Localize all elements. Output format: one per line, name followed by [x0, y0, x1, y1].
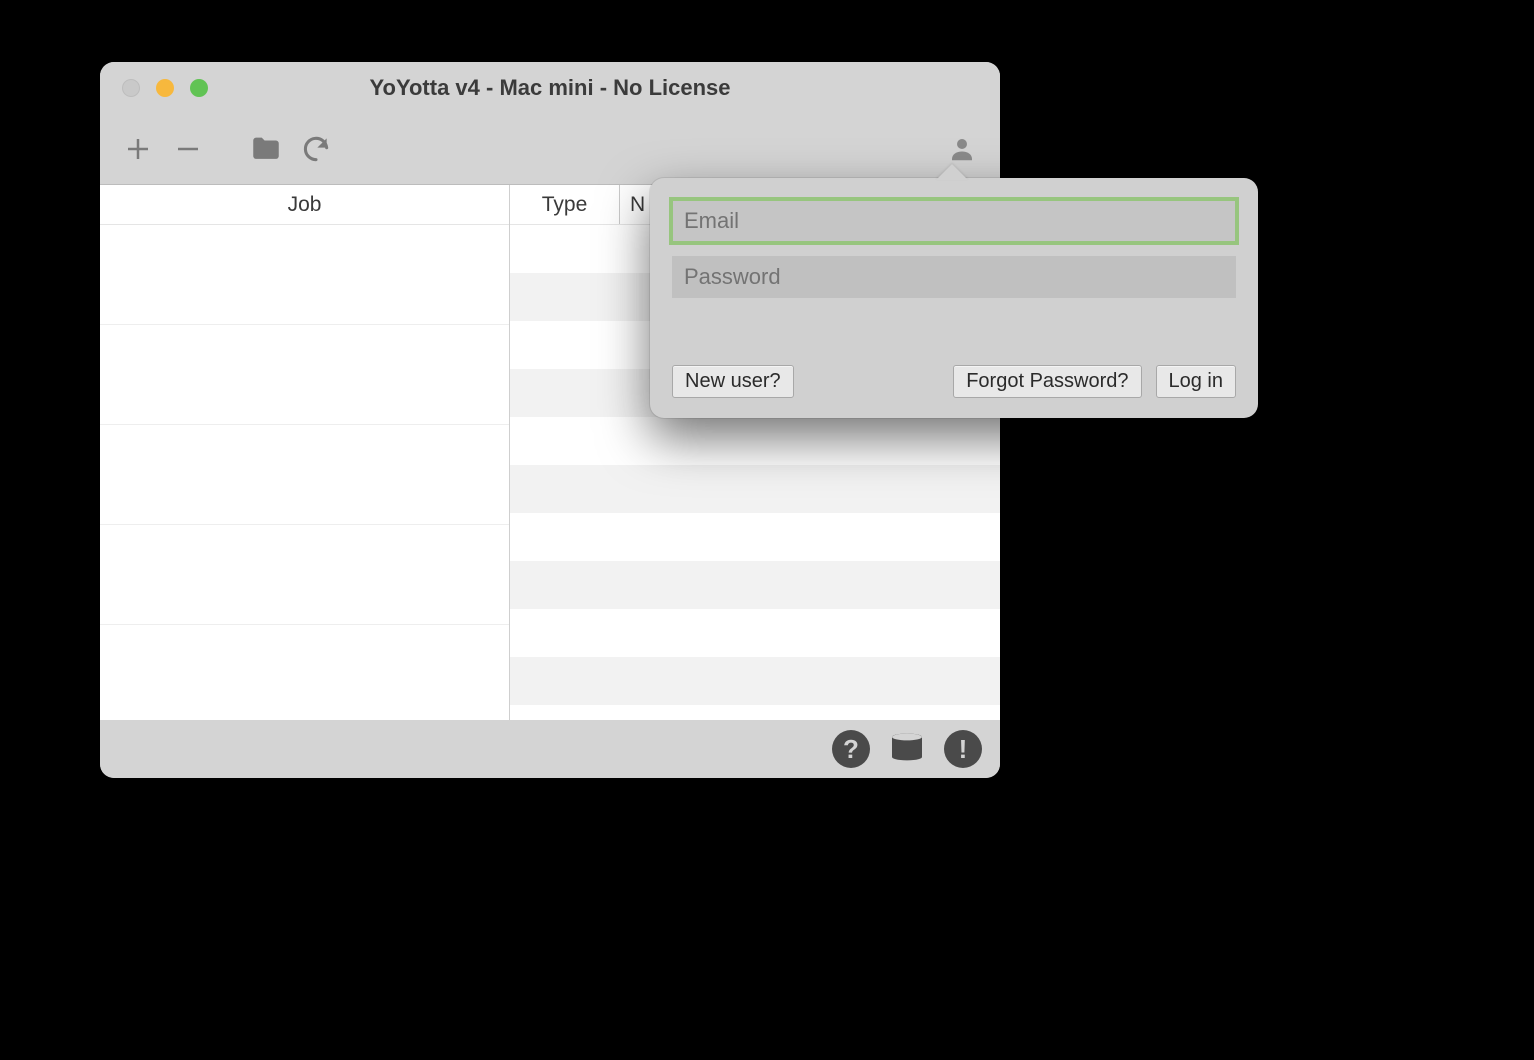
- refresh-button[interactable]: [296, 129, 336, 169]
- job-column-header[interactable]: Job: [100, 185, 509, 225]
- user-icon: [947, 134, 977, 164]
- job-row[interactable]: [100, 225, 509, 325]
- table-row[interactable]: [510, 513, 1000, 561]
- password-field[interactable]: [672, 256, 1236, 298]
- type-column-header[interactable]: Type: [510, 185, 620, 224]
- alert-button[interactable]: !: [944, 730, 982, 768]
- table-row[interactable]: [510, 465, 1000, 513]
- log-icon: [887, 727, 927, 772]
- alert-icon: !: [944, 730, 982, 768]
- plus-icon: [123, 134, 153, 164]
- toolbar: [100, 114, 1000, 184]
- job-row[interactable]: [100, 525, 509, 625]
- log-button[interactable]: [888, 730, 926, 768]
- forgot-password-button[interactable]: Forgot Password?: [953, 365, 1141, 398]
- table-row[interactable]: [510, 417, 1000, 465]
- minus-icon: [173, 134, 203, 164]
- folder-icon: [249, 132, 283, 166]
- email-field[interactable]: [672, 200, 1236, 242]
- account-button[interactable]: [942, 129, 982, 169]
- job-pane: Job: [100, 185, 510, 720]
- refresh-icon: [300, 133, 332, 165]
- job-list: [100, 225, 509, 625]
- job-row[interactable]: [100, 425, 509, 525]
- add-button[interactable]: [118, 129, 158, 169]
- help-button[interactable]: ?: [832, 730, 870, 768]
- help-icon: ?: [832, 730, 870, 768]
- table-row[interactable]: [510, 561, 1000, 609]
- minimize-window-button[interactable]: [156, 79, 174, 97]
- footer: ? !: [100, 720, 1000, 778]
- app-window: YoYotta v4 - Mac mini - No License: [100, 62, 1000, 778]
- table-row[interactable]: [510, 609, 1000, 657]
- fullscreen-window-button[interactable]: [190, 79, 208, 97]
- titlebar: YoYotta v4 - Mac mini - No License: [100, 62, 1000, 114]
- folder-button[interactable]: [246, 129, 286, 169]
- traffic-lights: [100, 79, 208, 97]
- job-row[interactable]: [100, 325, 509, 425]
- close-window-button[interactable]: [122, 79, 140, 97]
- remove-button[interactable]: [168, 129, 208, 169]
- login-popover: New user? Forgot Password? Log in: [650, 178, 1258, 418]
- new-user-button[interactable]: New user?: [672, 365, 794, 398]
- table-row[interactable]: [510, 657, 1000, 705]
- login-button[interactable]: Log in: [1156, 365, 1237, 398]
- window-title: YoYotta v4 - Mac mini - No License: [100, 75, 1000, 101]
